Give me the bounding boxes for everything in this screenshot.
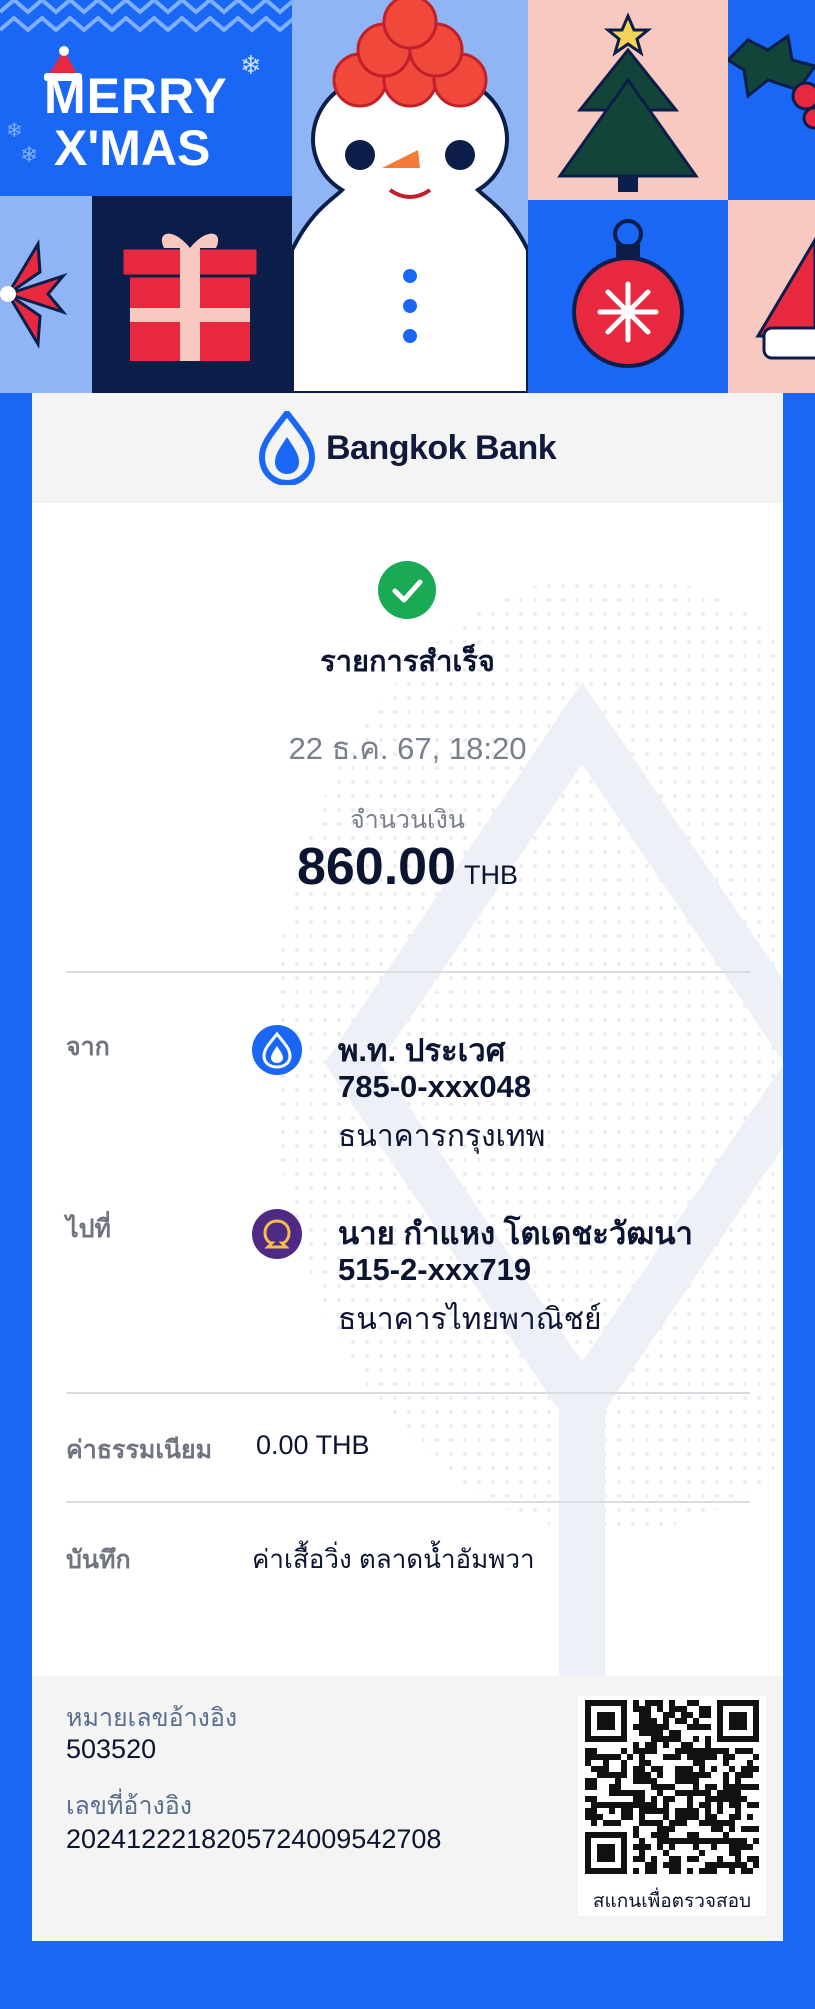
christmas-banner: MERRY X'MAS ❄ ❄ ❄	[0, 0, 815, 393]
ref-no-value: 20241222182057240095427​08	[66, 1824, 442, 1854]
greeting-text: MERRY X'MAS	[44, 70, 228, 174]
banner-holly-tile	[728, 0, 815, 200]
banner-snowman-tile	[292, 0, 528, 393]
banner-hat-tile	[728, 200, 815, 393]
divider	[66, 1392, 750, 1394]
bangkok-bank-logo-icon	[258, 411, 316, 485]
greeting-line2: X'MAS	[54, 120, 211, 176]
amount-currency: THB	[464, 860, 519, 890]
banner-flower-tile	[0, 196, 92, 393]
poinsettia-icon	[0, 239, 68, 349]
ref-no-label: เลขที่อ้างอิง	[66, 1792, 192, 1820]
amount-row: 860.00 THB	[32, 837, 783, 897]
to-bank: ธนาคารไทยพาณิชย์	[338, 1303, 602, 1336]
snowflake-icon: ❄	[6, 120, 23, 142]
banner-ornament-tile	[528, 200, 728, 393]
memo-value: ค่าเสื้อวิ่ง ตลาดน้ำอัมพวา	[252, 1544, 535, 1574]
amount-label: จำนวนเงิน	[350, 806, 465, 834]
banner-tree-tile	[528, 0, 728, 200]
to-label: ไปที่	[66, 1215, 111, 1243]
fee-label: ค่าธรรมเนียม	[66, 1436, 213, 1464]
success-check-icon	[378, 561, 436, 619]
from-name: พ.ท. ประเวศ	[338, 1033, 506, 1068]
gift-icon	[120, 233, 260, 361]
snowflake-icon: ❄	[240, 50, 262, 80]
banner-greeting-tile: MERRY X'MAS ❄ ❄ ❄	[0, 0, 292, 196]
transfer-slip-card: Bangkok Bank รายการสำเร็จ 22 ธ.ค. 67, 18…	[32, 393, 783, 1941]
transaction-datetime: 22 ธ.ค. 67, 18:20	[288, 731, 527, 766]
verification-qr[interactable]: สแกนเพื่อตรวจสอบ	[578, 1696, 766, 1916]
ref-value: 503520	[66, 1734, 157, 1764]
snowflake-icon: ❄	[20, 142, 39, 167]
divider	[66, 971, 750, 973]
amount-value: 860.00	[296, 838, 457, 896]
transaction-status: รายการสำเร็จ	[320, 646, 495, 678]
memo-label: บันทึก	[66, 1546, 131, 1574]
snowman-icon	[292, 0, 528, 393]
from-account: 785-0-xxx048	[338, 1069, 532, 1104]
qr-caption: สแกนเพื่อตรวจสอบ	[592, 1891, 752, 1912]
from-label: จาก	[66, 1033, 110, 1061]
banner-gift-tile	[92, 196, 292, 393]
from-bank: ธนาคารกรุงเทพ	[338, 1120, 546, 1153]
greeting-line1: MERRY	[44, 68, 228, 124]
bank-name: Bangkok Bank	[326, 428, 557, 467]
card-header: Bangkok Bank	[32, 393, 783, 503]
ornament-icon	[572, 219, 684, 368]
reference-footer: หมายเลขอ้างอิง 503520 เลขที่อ้างอิง 2024…	[32, 1676, 783, 1941]
from-bank-logo-icon	[252, 1025, 302, 1075]
holly-icon	[728, 33, 815, 130]
to-name: นาย กำแหง โตเดชะวัฒนา	[338, 1216, 693, 1251]
christmas-tree-icon	[557, 12, 699, 192]
bank-brand: Bangkok Bank	[258, 411, 557, 485]
santa-hat-icon	[755, 237, 815, 360]
zigzag-decoration	[0, 0, 292, 33]
to-account: 515-2-xxx719	[338, 1252, 532, 1287]
to-bank-logo-icon	[252, 1209, 302, 1259]
qr-code-icon	[585, 1700, 759, 1874]
ref-label: หมายเลขอ้างอิง	[66, 1704, 238, 1732]
fee-value: 0.00 THB	[256, 1430, 370, 1460]
divider	[66, 1501, 750, 1503]
